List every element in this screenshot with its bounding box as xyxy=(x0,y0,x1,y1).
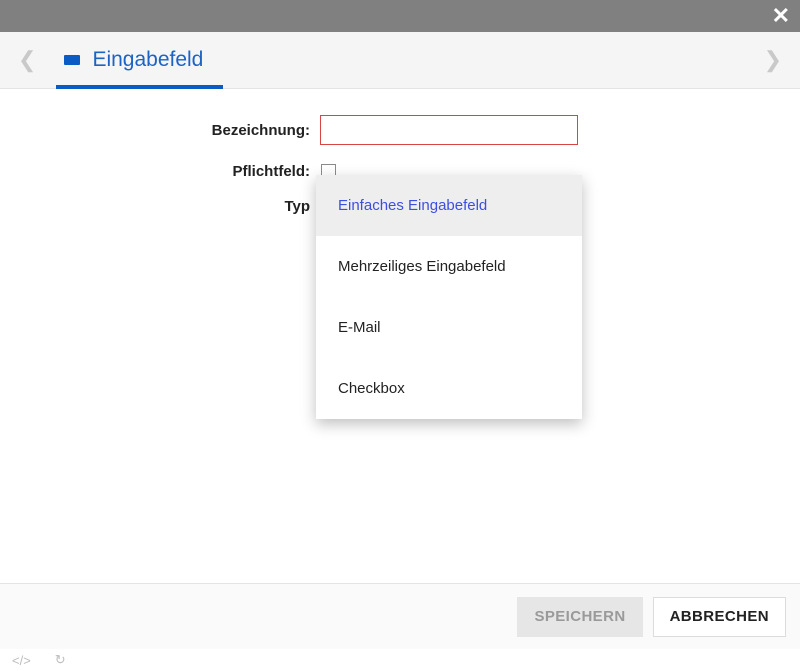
tab-bar: ❮ Eingabefeld ❯ xyxy=(0,32,800,88)
save-button[interactable]: SPEICHERN xyxy=(517,597,642,637)
tab-eingabefeld[interactable]: Eingabefeld xyxy=(60,32,209,88)
typ-dropdown[interactable]: Einfaches Eingabefeld Mehrzeiliges Einga… xyxy=(316,175,582,419)
footer-bar: SPEICHERN ABBRECHEN xyxy=(0,583,800,649)
tab-label: Eingabefeld xyxy=(92,48,203,72)
row-bezeichnung: Bezeichnung: xyxy=(40,115,760,145)
refresh-icon[interactable]: ↻ xyxy=(55,652,66,668)
footer-tools: </> ↻ xyxy=(0,649,800,671)
chevron-right-icon[interactable]: ❯ xyxy=(764,47,782,73)
label-bezeichnung: Bezeichnung: xyxy=(40,122,320,139)
footer: SPEICHERN ABBRECHEN </> ↻ xyxy=(0,583,800,671)
typ-option-einfaches[interactable]: Einfaches Eingabefeld xyxy=(316,175,582,236)
typ-option-checkbox[interactable]: Checkbox xyxy=(316,358,582,419)
bezeichnung-input[interactable] xyxy=(320,115,578,145)
typ-option-email[interactable]: E-Mail xyxy=(316,297,582,358)
form-field-icon xyxy=(64,55,80,65)
form: Bezeichnung: Pflichtfeld: Typ Einfaches … xyxy=(0,89,800,215)
close-icon[interactable]: ✕ xyxy=(772,5,790,27)
label-pflichtfeld: Pflichtfeld: xyxy=(40,163,320,180)
cancel-button[interactable]: ABBRECHEN xyxy=(653,597,786,637)
titlebar: ✕ xyxy=(0,0,800,32)
code-icon[interactable]: </> xyxy=(12,653,31,668)
chevron-left-icon[interactable]: ❮ xyxy=(18,47,36,73)
typ-option-mehrzeiliges[interactable]: Mehrzeiliges Eingabefeld xyxy=(316,236,582,297)
label-typ: Typ xyxy=(40,198,320,215)
